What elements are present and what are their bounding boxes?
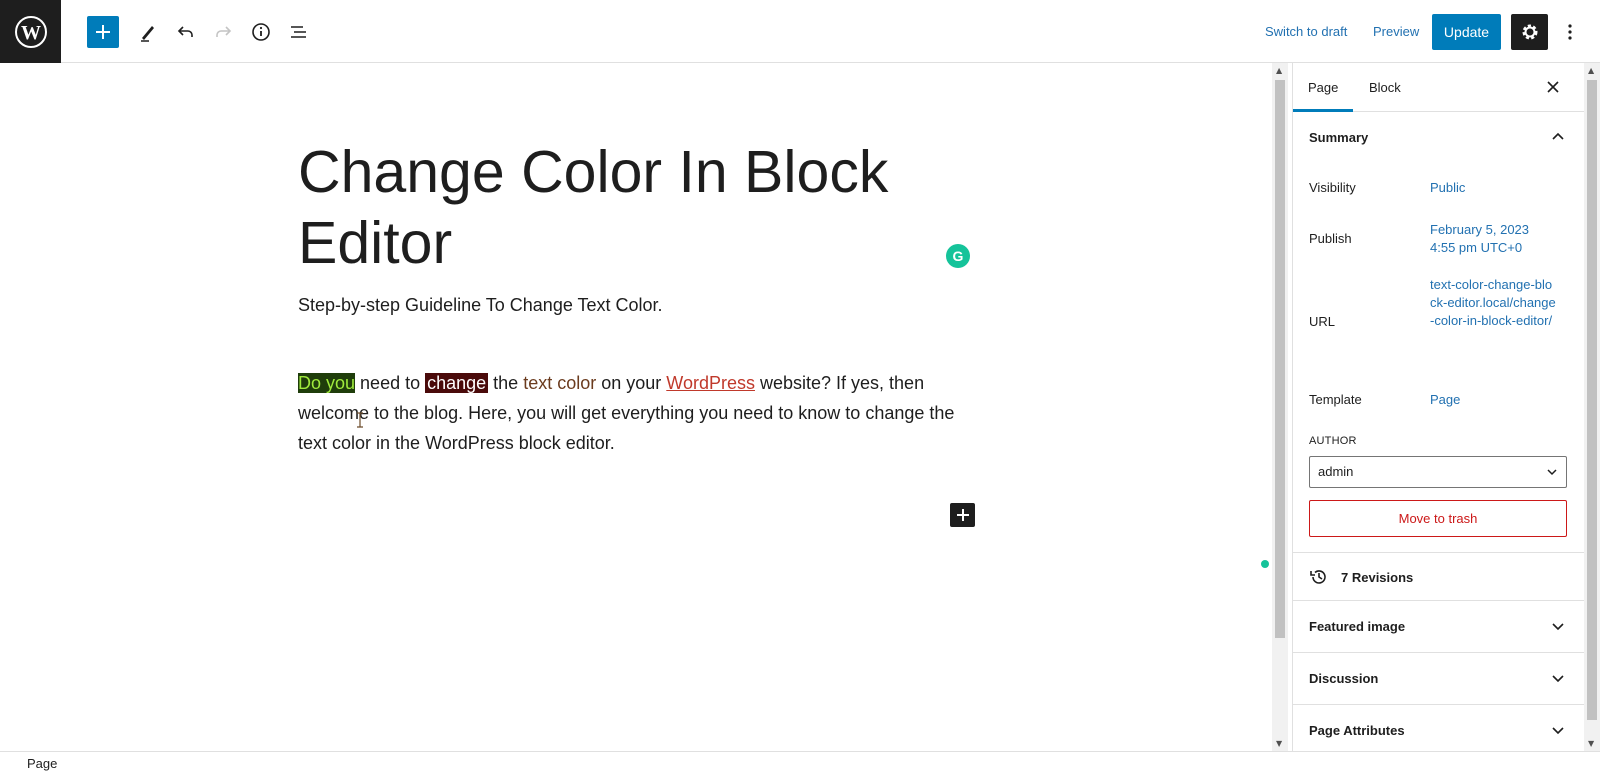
list-view-button[interactable] bbox=[283, 16, 315, 48]
gear-icon bbox=[1522, 24, 1537, 40]
editor-canvas[interactable]: Change Color In Block Editor Step-by-ste… bbox=[0, 63, 1271, 751]
editor-toolbar: W Switch to draft Preview Update bbox=[0, 0, 1600, 63]
scroll-down-icon[interactable]: ▼ bbox=[1276, 739, 1282, 748]
breadcrumb-page[interactable]: Page bbox=[27, 756, 57, 771]
scroll-up-icon[interactable]: ▲ bbox=[1588, 66, 1594, 75]
tab-page[interactable]: Page bbox=[1308, 80, 1338, 95]
options-button[interactable] bbox=[1558, 16, 1582, 48]
content-paragraph[interactable]: Do you need to change the text color on … bbox=[298, 368, 958, 458]
add-block-button[interactable] bbox=[87, 16, 119, 48]
featured-image-panel-header[interactable]: Featured image bbox=[1293, 600, 1584, 652]
block-inserter-button[interactable] bbox=[950, 503, 975, 527]
undo-icon bbox=[177, 26, 193, 37]
tools-button[interactable] bbox=[132, 16, 164, 48]
sidebar-tabs: Page Block bbox=[1293, 63, 1584, 112]
move-to-trash-button[interactable]: Move to trash bbox=[1309, 500, 1567, 537]
preview-button[interactable]: Preview bbox=[1373, 24, 1419, 39]
scroll-up-icon[interactable]: ▲ bbox=[1276, 66, 1282, 75]
post-title[interactable]: Change Color In Block Editor bbox=[298, 137, 938, 279]
panel-title: Featured image bbox=[1309, 619, 1406, 634]
chevron-down-icon bbox=[1552, 727, 1564, 735]
close-icon bbox=[1547, 81, 1559, 93]
history-icon bbox=[1310, 570, 1326, 584]
publish-date: February 5, 2023 bbox=[1430, 222, 1530, 237]
switch-to-draft-button[interactable]: Switch to draft bbox=[1265, 24, 1347, 39]
close-sidebar-button[interactable] bbox=[1543, 77, 1563, 97]
paragraph-text: on your bbox=[596, 373, 667, 393]
tab-block[interactable]: Block bbox=[1369, 80, 1401, 95]
text-cursor-icon bbox=[357, 412, 363, 428]
panel-title: Discussion bbox=[1309, 671, 1379, 686]
settings-button[interactable] bbox=[1511, 14, 1548, 50]
wordpress-icon: W bbox=[14, 15, 47, 48]
revisions-row[interactable]: 7 Revisions bbox=[1293, 552, 1584, 600]
visibility-label: Visibility bbox=[1309, 180, 1356, 195]
paragraph-text: need to bbox=[355, 373, 426, 393]
panel-title: Page Attributes bbox=[1309, 723, 1405, 738]
page-attributes-panel-header[interactable]: Page Attributes bbox=[1293, 704, 1584, 751]
summary-title: Summary bbox=[1309, 130, 1369, 145]
plus-icon bbox=[956, 509, 969, 521]
publish-label: Publish bbox=[1309, 231, 1352, 246]
url-value[interactable]: text-color-change-block-editor.local/cha… bbox=[1430, 276, 1556, 330]
details-button[interactable] bbox=[245, 16, 277, 48]
chevron-down-icon bbox=[1552, 623, 1564, 631]
sidebar-scrollbar[interactable]: ▲ ▼ bbox=[1584, 63, 1600, 751]
author-label: AUTHOR bbox=[1309, 435, 1357, 447]
summary-panel-header[interactable]: Summary bbox=[1293, 112, 1584, 164]
chevron-down-icon bbox=[1552, 675, 1564, 683]
author-value: admin bbox=[1318, 464, 1354, 479]
colored-text: text color bbox=[523, 373, 597, 393]
info-icon bbox=[252, 23, 270, 41]
scroll-down-icon[interactable]: ▼ bbox=[1588, 739, 1594, 748]
highlighted-text-red: change bbox=[425, 373, 489, 393]
redo-button[interactable] bbox=[207, 16, 239, 48]
wordpress-logo[interactable]: W bbox=[0, 0, 61, 63]
scrollbar-thumb[interactable] bbox=[1587, 80, 1597, 720]
list-view-icon bbox=[291, 26, 306, 38]
editor-scrollbar[interactable]: ▲ ▼ bbox=[1272, 63, 1288, 751]
paragraph-text: the bbox=[488, 373, 524, 393]
redo-icon bbox=[216, 26, 232, 37]
visibility-value[interactable]: Public bbox=[1430, 179, 1560, 197]
update-button[interactable]: Update bbox=[1432, 14, 1501, 50]
template-label: Template bbox=[1309, 392, 1362, 407]
grammarly-icon[interactable]: G bbox=[946, 244, 970, 268]
scrollbar-thumb[interactable] bbox=[1275, 80, 1285, 638]
highlighted-text-green: Do you bbox=[298, 373, 356, 393]
settings-sidebar: Page Block Summary Visibility Public Pub… bbox=[1292, 63, 1584, 751]
chevron-down-icon bbox=[1547, 469, 1557, 476]
revisions-label: 7 Revisions bbox=[1341, 570, 1414, 585]
publish-time: 4:55 pm UTC+0 bbox=[1430, 240, 1523, 255]
undo-button[interactable] bbox=[170, 16, 202, 48]
author-select[interactable]: admin bbox=[1309, 456, 1567, 488]
discussion-panel-header[interactable]: Discussion bbox=[1293, 652, 1584, 704]
pencil-icon bbox=[141, 26, 154, 42]
block-breadcrumb-bar: Page bbox=[0, 751, 1600, 773]
chevron-up-icon bbox=[1552, 132, 1564, 140]
subtitle-paragraph[interactable]: Step-by-step Guideline To Change Text Co… bbox=[298, 295, 663, 316]
url-label: URL bbox=[1309, 314, 1336, 329]
svg-text:W: W bbox=[21, 22, 41, 44]
more-vertical-icon bbox=[1568, 24, 1572, 40]
grammarly-status-dot bbox=[1261, 560, 1269, 568]
template-value[interactable]: Page bbox=[1430, 391, 1560, 409]
wordpress-link[interactable]: WordPress bbox=[666, 373, 755, 393]
publish-value[interactable]: February 5, 2023 4:55 pm UTC+0 bbox=[1430, 221, 1560, 257]
plus-icon bbox=[96, 25, 110, 39]
